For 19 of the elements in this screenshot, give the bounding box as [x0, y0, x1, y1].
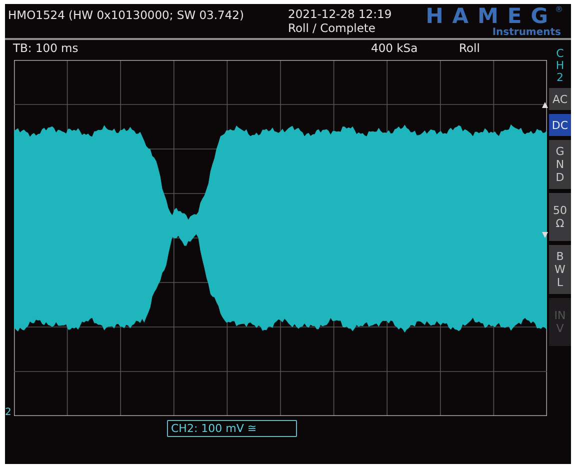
date-time: 2021-12-28 12:19 [288, 7, 392, 21]
up-triangle-icon [542, 102, 548, 108]
channel-marker: 2 [5, 407, 12, 418]
timebase: TB: 100 ms [13, 41, 80, 55]
channel-title: CH2 [554, 48, 566, 84]
registered-mark: ® [555, 5, 563, 14]
device-info: HMO1524 (HW 0x10130000; SW 03.742) [8, 8, 245, 22]
soft-key[interactable]: 50 Ω [549, 193, 571, 242]
acquisition-mode: Roll / Complete [288, 21, 377, 35]
logo-subtitle: Instruments [492, 27, 561, 38]
channel-scale-label: CH2: 100 mV ≅ [167, 420, 297, 437]
soft-key[interactable]: DC [549, 114, 571, 136]
acquisition-type: Roll [459, 41, 480, 55]
soft-key[interactable]: AC [549, 88, 571, 110]
brand-logo: HAMEG [426, 4, 557, 28]
down-triangle-icon [542, 232, 548, 238]
soft-key[interactable]: BWL [549, 245, 571, 294]
sample-rate: 400 kSa [371, 41, 419, 55]
soft-key[interactable]: GND [549, 140, 571, 190]
